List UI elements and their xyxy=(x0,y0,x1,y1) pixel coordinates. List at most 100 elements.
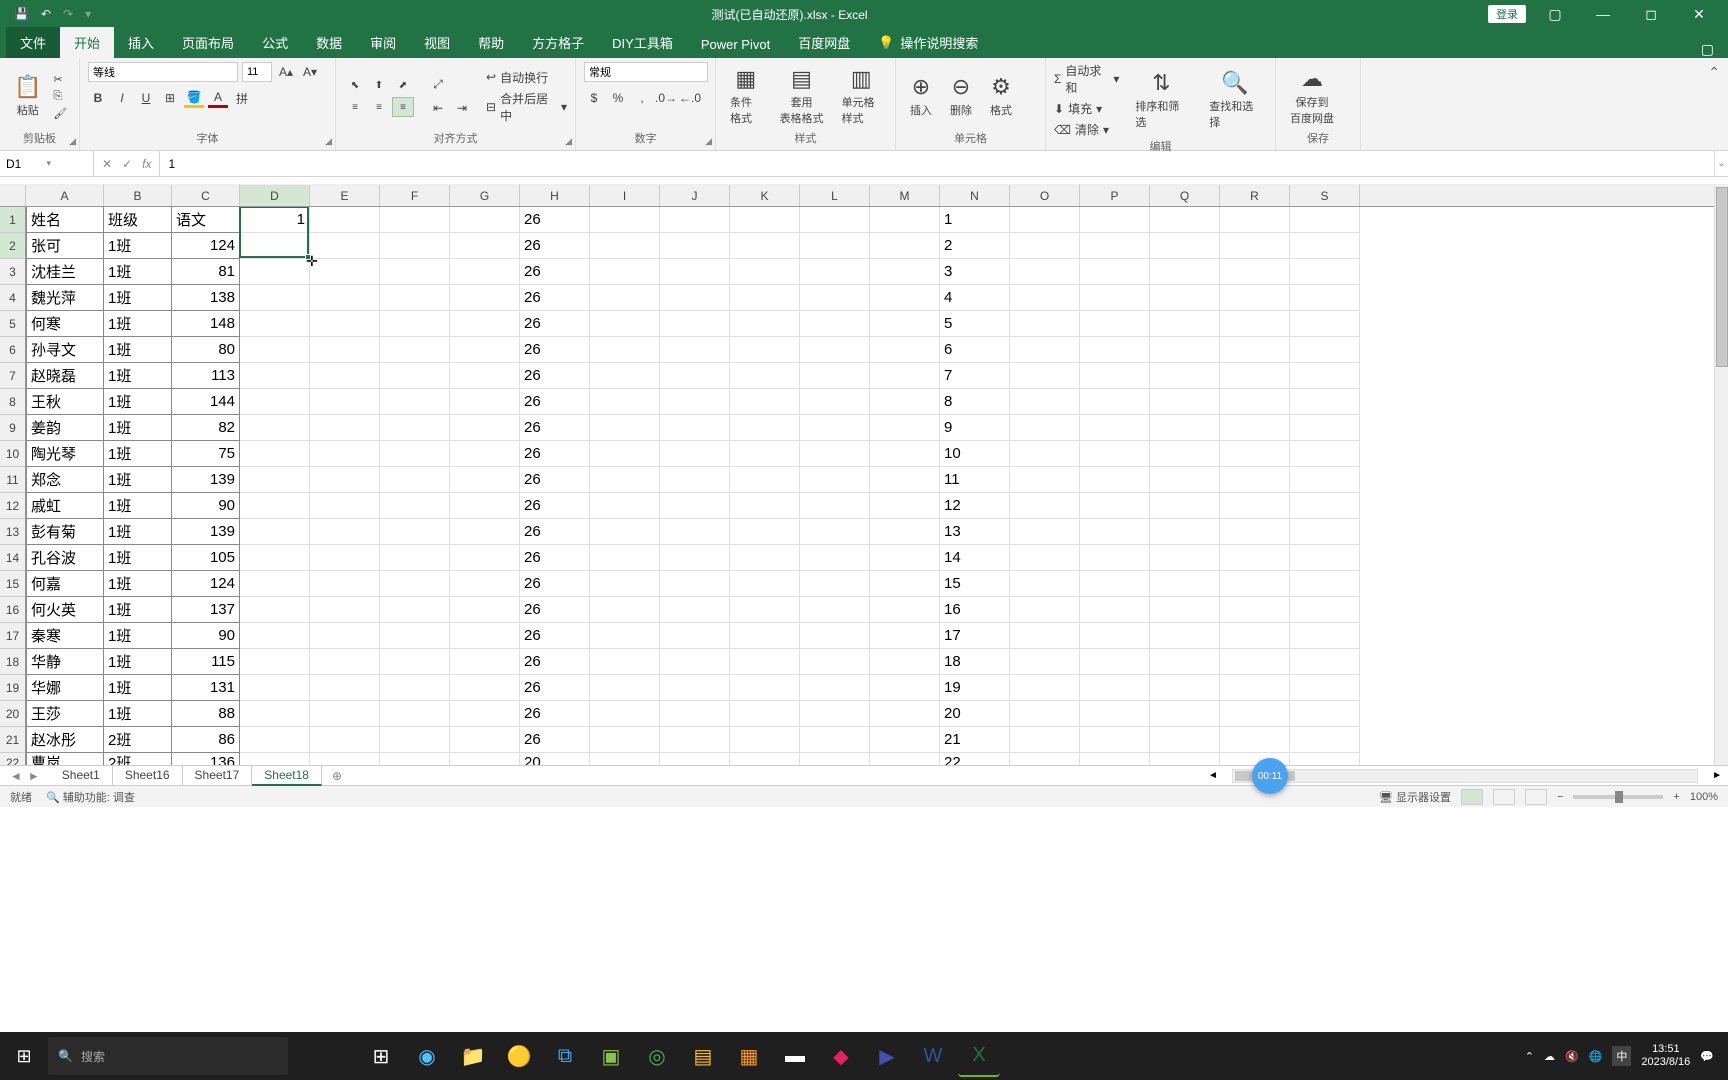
col-header-H[interactable]: H xyxy=(520,185,590,206)
cell-H16[interactable]: 26 xyxy=(520,597,590,623)
cell-Q12[interactable] xyxy=(1150,493,1220,519)
italic-button[interactable]: I xyxy=(112,88,132,108)
cell-C2[interactable]: 124 xyxy=(172,233,240,259)
cell-F7[interactable] xyxy=(380,363,450,389)
cell-C9[interactable]: 82 xyxy=(172,415,240,441)
cell-N17[interactable]: 17 xyxy=(940,623,1010,649)
cell-M11[interactable] xyxy=(870,467,940,493)
app-icon-5[interactable]: ◆ xyxy=(820,1035,862,1077)
cell-E12[interactable] xyxy=(310,493,380,519)
increase-font-icon[interactable]: A▴ xyxy=(276,62,296,82)
cell-N11[interactable]: 11 xyxy=(940,467,1010,493)
cell-I7[interactable] xyxy=(590,363,660,389)
cell-S6[interactable] xyxy=(1290,337,1360,363)
orientation-icon[interactable]: ⤢ xyxy=(428,74,448,94)
cell-J12[interactable] xyxy=(660,493,730,519)
cell-J8[interactable] xyxy=(660,389,730,415)
cell-A14[interactable]: 孔谷波 xyxy=(26,545,104,571)
cell-K17[interactable] xyxy=(730,623,800,649)
cell-O16[interactable] xyxy=(1010,597,1080,623)
cell-G22[interactable] xyxy=(450,753,520,765)
cell-A15[interactable]: 何嘉 xyxy=(26,571,104,597)
app-icon-6[interactable]: ▶ xyxy=(866,1035,908,1077)
cell-I21[interactable] xyxy=(590,727,660,753)
cell-A12[interactable]: 戚虹 xyxy=(26,493,104,519)
cell-R16[interactable] xyxy=(1220,597,1290,623)
cell-K19[interactable] xyxy=(730,675,800,701)
cell-E13[interactable] xyxy=(310,519,380,545)
login-button[interactable]: 登录 xyxy=(1488,5,1526,23)
cell-L3[interactable] xyxy=(800,259,870,285)
col-header-F[interactable]: F xyxy=(380,185,450,206)
cell-I3[interactable] xyxy=(590,259,660,285)
cell-K16[interactable] xyxy=(730,597,800,623)
cell-R21[interactable] xyxy=(1220,727,1290,753)
delete-cells-button[interactable]: ⊖删除 xyxy=(944,72,978,120)
clear-button[interactable]: ⌫清除▾ xyxy=(1054,121,1119,138)
row-header-1[interactable]: 1 xyxy=(0,207,25,233)
cell-E9[interactable] xyxy=(310,415,380,441)
cell-O22[interactable] xyxy=(1010,753,1080,765)
sheet-tab-Sheet16[interactable]: Sheet16 xyxy=(113,766,183,786)
row-header-4[interactable]: 4 xyxy=(0,285,25,311)
cell-I16[interactable] xyxy=(590,597,660,623)
cell-M5[interactable] xyxy=(870,311,940,337)
cell-S4[interactable] xyxy=(1290,285,1360,311)
cell-B6[interactable]: 1班 xyxy=(104,337,172,363)
col-header-O[interactable]: O xyxy=(1010,185,1080,206)
cell-P7[interactable] xyxy=(1080,363,1150,389)
hscroll-right-icon[interactable]: ► xyxy=(1712,770,1722,781)
align-top-left[interactable]: ⬉ xyxy=(344,75,366,95)
cell-H12[interactable]: 26 xyxy=(520,493,590,519)
cell-R9[interactable] xyxy=(1220,415,1290,441)
cell-E14[interactable] xyxy=(310,545,380,571)
row-header-20[interactable]: 20 xyxy=(0,701,25,727)
cell-I20[interactable] xyxy=(590,701,660,727)
cell-D19[interactable] xyxy=(240,675,310,701)
app-icon-3[interactable]: ▤ xyxy=(682,1035,724,1077)
vscroll-thumb[interactable] xyxy=(1716,207,1728,367)
cell-F10[interactable] xyxy=(380,441,450,467)
cell-Q10[interactable] xyxy=(1150,441,1220,467)
tab-view[interactable]: 视图 xyxy=(410,27,464,58)
cell-B17[interactable]: 1班 xyxy=(104,623,172,649)
paste-button[interactable]: 📋 粘贴 xyxy=(8,72,47,120)
wrap-text-button[interactable]: ↩自动换行 xyxy=(486,69,567,86)
cell-R15[interactable] xyxy=(1220,571,1290,597)
cell-A3[interactable]: 沈桂兰 xyxy=(26,259,104,285)
cell-M8[interactable] xyxy=(870,389,940,415)
tray-volume-icon[interactable]: 🔇 xyxy=(1565,1050,1579,1063)
undo-icon[interactable]: ↶ xyxy=(41,7,51,21)
cell-L15[interactable] xyxy=(800,571,870,597)
cell-E10[interactable] xyxy=(310,441,380,467)
format-table-button[interactable]: ▤套用 表格格式 xyxy=(774,64,830,128)
cell-L8[interactable] xyxy=(800,389,870,415)
cell-B13[interactable]: 1班 xyxy=(104,519,172,545)
cell-O15[interactable] xyxy=(1010,571,1080,597)
cell-J16[interactable] xyxy=(660,597,730,623)
cell-K11[interactable] xyxy=(730,467,800,493)
zoom-slider[interactable] xyxy=(1573,795,1663,799)
cell-K2[interactable] xyxy=(730,233,800,259)
cell-J7[interactable] xyxy=(660,363,730,389)
cell-G14[interactable] xyxy=(450,545,520,571)
cell-D16[interactable] xyxy=(240,597,310,623)
sheet-nav[interactable]: ◄► xyxy=(0,769,50,783)
cell-L13[interactable] xyxy=(800,519,870,545)
cell-N12[interactable]: 12 xyxy=(940,493,1010,519)
cell-L7[interactable] xyxy=(800,363,870,389)
cell-M9[interactable] xyxy=(870,415,940,441)
row-header-15[interactable]: 15 xyxy=(0,571,25,597)
cell-P8[interactable] xyxy=(1080,389,1150,415)
cell-F19[interactable] xyxy=(380,675,450,701)
tab-formula[interactable]: 公式 xyxy=(248,27,302,58)
col-header-A[interactable]: A xyxy=(26,185,104,206)
cell-H8[interactable]: 26 xyxy=(520,389,590,415)
cell-S13[interactable] xyxy=(1290,519,1360,545)
cell-L12[interactable] xyxy=(800,493,870,519)
cell-C3[interactable]: 81 xyxy=(172,259,240,285)
cell-S12[interactable] xyxy=(1290,493,1360,519)
tab-insert[interactable]: 插入 xyxy=(114,27,168,58)
tab-layout[interactable]: 页面布局 xyxy=(168,27,248,58)
cell-Q2[interactable] xyxy=(1150,233,1220,259)
